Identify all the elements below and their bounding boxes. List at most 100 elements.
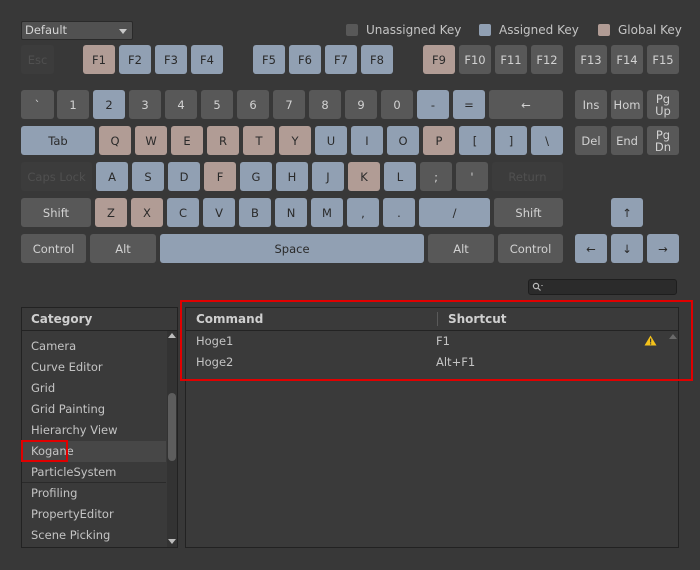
key-f8[interactable]: F8 bbox=[361, 45, 393, 74]
category-item-propertyeditor[interactable]: PropertyEditor bbox=[31, 507, 114, 521]
key-5[interactable]: 5 bbox=[201, 90, 233, 119]
key-right-bracket[interactable]: ] bbox=[495, 126, 527, 155]
key-a[interactable]: A bbox=[96, 162, 128, 191]
key-equals[interactable]: = bbox=[453, 90, 485, 119]
key-backslash[interactable]: \ bbox=[531, 126, 563, 155]
key-r[interactable]: R bbox=[207, 126, 239, 155]
category-item-grid[interactable]: Grid bbox=[31, 381, 55, 395]
key-b[interactable]: B bbox=[239, 198, 271, 227]
key-o[interactable]: O bbox=[387, 126, 419, 155]
key-right-control[interactable]: Control bbox=[498, 234, 563, 263]
key-c[interactable]: C bbox=[167, 198, 199, 227]
key-period[interactable]: . bbox=[383, 198, 415, 227]
key-slash[interactable]: / bbox=[419, 198, 490, 227]
category-scrollbar-thumb[interactable] bbox=[168, 393, 176, 461]
scroll-up-arrow-icon[interactable] bbox=[168, 333, 176, 338]
key-n[interactable]: N bbox=[275, 198, 307, 227]
key-f1[interactable]: F1 bbox=[83, 45, 115, 74]
key-insert[interactable]: Ins bbox=[575, 90, 607, 119]
key-f14[interactable]: F14 bbox=[611, 45, 643, 74]
key-end[interactable]: End bbox=[611, 126, 643, 155]
key-1[interactable]: 1 bbox=[57, 90, 89, 119]
category-item-hierarchy-view[interactable]: Hierarchy View bbox=[31, 423, 118, 437]
key-g[interactable]: G bbox=[240, 162, 272, 191]
key-m[interactable]: M bbox=[311, 198, 343, 227]
key-right-shift[interactable]: Shift bbox=[494, 198, 563, 227]
key-semicolon[interactable]: ; bbox=[420, 162, 452, 191]
key-backquote[interactable]: ` bbox=[21, 90, 54, 119]
key-u[interactable]: U bbox=[315, 126, 347, 155]
key-3[interactable]: 3 bbox=[129, 90, 161, 119]
scroll-down-arrow-icon[interactable] bbox=[168, 539, 176, 544]
key-page-up[interactable]: Pg Up bbox=[647, 90, 679, 119]
key-d[interactable]: D bbox=[168, 162, 200, 191]
key-6[interactable]: 6 bbox=[237, 90, 269, 119]
key-s[interactable]: S bbox=[132, 162, 164, 191]
key-f12[interactable]: F12 bbox=[531, 45, 563, 74]
key-quote[interactable]: ' bbox=[456, 162, 488, 191]
category-separator bbox=[22, 482, 166, 483]
key-f11[interactable]: F11 bbox=[495, 45, 527, 74]
key-k[interactable]: K bbox=[348, 162, 380, 191]
key-0[interactable]: 0 bbox=[381, 90, 413, 119]
key-i[interactable]: I bbox=[351, 126, 383, 155]
key-y[interactable]: Y bbox=[279, 126, 311, 155]
key-arrow-up[interactable]: ↑ bbox=[611, 198, 643, 227]
key-f3[interactable]: F3 bbox=[155, 45, 187, 74]
key-return[interactable]: Return bbox=[492, 162, 563, 191]
key-h[interactable]: H bbox=[276, 162, 308, 191]
key-comma[interactable]: , bbox=[347, 198, 379, 227]
key-f15[interactable]: F15 bbox=[647, 45, 679, 74]
key-left-control[interactable]: Control bbox=[21, 234, 86, 263]
key-left-bracket[interactable]: [ bbox=[459, 126, 491, 155]
key-f[interactable]: F bbox=[204, 162, 236, 191]
key-4[interactable]: 4 bbox=[165, 90, 197, 119]
key-arrow-left[interactable]: ← bbox=[575, 234, 607, 263]
key-v[interactable]: V bbox=[203, 198, 235, 227]
key-page-down[interactable]: Pg Dn bbox=[647, 126, 679, 155]
key-esc[interactable]: Esc bbox=[21, 45, 54, 74]
key-l[interactable]: L bbox=[384, 162, 416, 191]
key-f13[interactable]: F13 bbox=[575, 45, 607, 74]
key-p[interactable]: P bbox=[423, 126, 455, 155]
category-item-profiling[interactable]: Profiling bbox=[31, 486, 77, 500]
key-left-shift[interactable]: Shift bbox=[21, 198, 91, 227]
key-backspace[interactable]: ← bbox=[489, 90, 563, 119]
keymap-profile-value: Default bbox=[25, 23, 68, 37]
category-item-curve-editor[interactable]: Curve Editor bbox=[31, 360, 103, 374]
key-e[interactable]: E bbox=[171, 126, 203, 155]
key-delete[interactable]: Del bbox=[575, 126, 607, 155]
key-8[interactable]: 8 bbox=[309, 90, 341, 119]
key-w[interactable]: W bbox=[135, 126, 167, 155]
key-z[interactable]: Z bbox=[95, 198, 127, 227]
key-minus[interactable]: - bbox=[417, 90, 449, 119]
key-space[interactable]: Space bbox=[160, 234, 424, 263]
key-9[interactable]: 9 bbox=[345, 90, 377, 119]
key-2[interactable]: 2 bbox=[93, 90, 125, 119]
category-item-particlesystem[interactable]: ParticleSystem bbox=[31, 465, 116, 479]
key-arrow-down[interactable]: ↓ bbox=[611, 234, 643, 263]
keymap-profile-dropdown[interactable]: Default bbox=[21, 21, 133, 40]
key-f2[interactable]: F2 bbox=[119, 45, 151, 74]
key-arrow-right[interactable]: → bbox=[647, 234, 679, 263]
category-item-grid-painting[interactable]: Grid Painting bbox=[31, 402, 105, 416]
key-t[interactable]: T bbox=[243, 126, 275, 155]
key-left-alt[interactable]: Alt bbox=[90, 234, 156, 263]
key-f5[interactable]: F5 bbox=[253, 45, 285, 74]
key-7[interactable]: 7 bbox=[273, 90, 305, 119]
key-f9[interactable]: F9 bbox=[423, 45, 455, 74]
category-item-scene-picking[interactable]: Scene Picking bbox=[31, 528, 110, 542]
key-caps-lock[interactable]: Caps Lock bbox=[21, 162, 92, 191]
search-input[interactable] bbox=[528, 279, 677, 295]
key-f7[interactable]: F7 bbox=[325, 45, 357, 74]
key-q[interactable]: Q bbox=[99, 126, 131, 155]
key-home[interactable]: Hom bbox=[611, 90, 643, 119]
key-f4[interactable]: F4 bbox=[191, 45, 223, 74]
category-item-camera[interactable]: Camera bbox=[31, 339, 76, 353]
key-j[interactable]: J bbox=[312, 162, 344, 191]
key-x[interactable]: X bbox=[131, 198, 163, 227]
key-right-alt[interactable]: Alt bbox=[428, 234, 494, 263]
key-f6[interactable]: F6 bbox=[289, 45, 321, 74]
key-tab[interactable]: Tab bbox=[21, 126, 95, 155]
key-f10[interactable]: F10 bbox=[459, 45, 491, 74]
